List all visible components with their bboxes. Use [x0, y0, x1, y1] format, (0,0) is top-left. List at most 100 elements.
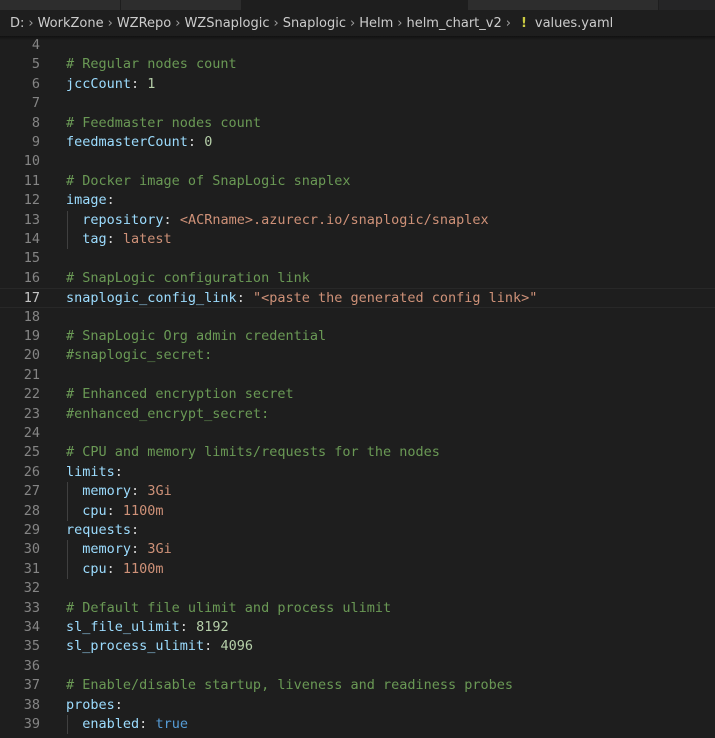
code-line[interactable]: 6 jccCount: 1	[0, 75, 715, 94]
code-line[interactable]: 10	[0, 152, 715, 171]
code-line[interactable]: 36	[0, 657, 715, 676]
yaml-comment: #enhanced_encrypt_secret:	[66, 405, 270, 422]
yaml-key: tag	[82, 231, 107, 247]
line-number: 29	[23, 522, 40, 538]
yaml-comment: # SnapLogic Org admin credential	[66, 328, 327, 344]
line-number: 5	[31, 56, 40, 73]
yaml-string-value: 1100m	[122, 560, 164, 577]
line-number: 22	[23, 386, 40, 403]
yaml-punctuation: :	[179, 619, 197, 635]
code-line[interactable]: 17 snaplogic_config_link: "<paste the gen…	[0, 288, 715, 308]
breadcrumb-shadow	[0, 36, 715, 40]
code-line[interactable]: 31 cpu: 1100m	[0, 559, 715, 580]
line-number: 37	[23, 677, 40, 694]
code-line[interactable]: 26 limits:	[0, 463, 715, 482]
line-number: 24	[23, 425, 40, 441]
yaml-punctuation: :	[114, 696, 123, 713]
breadcrumb-folder-wzsnaplogic[interactable]: WZSnaplogic	[184, 16, 269, 31]
line-number: 31	[23, 560, 40, 577]
code-text: # Feedmaster nodes count	[66, 114, 261, 133]
line-number: 28	[23, 502, 40, 519]
yaml-punctuation: :	[106, 560, 123, 577]
line-number: 17	[23, 290, 40, 307]
line-number: 35	[23, 638, 40, 655]
yaml-punctuation: :	[114, 463, 123, 480]
line-number: 15	[23, 250, 40, 267]
breadcrumb-file[interactable]: values.yaml	[535, 16, 613, 31]
editor-tab-active[interactable]	[242, 0, 468, 10]
breadcrumb-folder-helm-chart-v2[interactable]: helm_chart_v2	[406, 16, 501, 31]
code-text: # SnapLogic Org admin credential	[66, 327, 326, 346]
code-text: snaplogic_config_link: "<paste the gener…	[66, 289, 537, 308]
breadcrumb-drive[interactable]: D:	[10, 16, 24, 31]
yaml-punctuation: :	[131, 483, 148, 500]
yaml-key: image	[66, 192, 107, 209]
yaml-string-value: 1100m	[122, 502, 164, 519]
code-text: enabled: true	[66, 715, 188, 734]
code-line[interactable]: 25 # CPU and memory limits/requests for t…	[0, 443, 715, 462]
line-number: 10	[23, 153, 40, 170]
code-editor[interactable]: 4 5 # Regular nodes count 6 jccCount: 1 7 8 # F…	[0, 34, 715, 738]
yaml-number-value: 0	[204, 134, 213, 150]
code-line[interactable]: 12 image:	[0, 191, 715, 210]
breadcrumb-folder-workzone[interactable]: WorkZone	[38, 16, 104, 31]
code-line[interactable]: 11 # Docker image of SnapLogic snaplex	[0, 172, 715, 191]
code-line[interactable]: 18	[0, 308, 715, 327]
yaml-string-value: "<paste the generated config link>"	[252, 290, 538, 307]
yaml-key: cpu	[82, 560, 107, 577]
yaml-key: cpu	[82, 502, 107, 519]
code-line[interactable]: 14 tag: latest	[0, 230, 715, 250]
code-line[interactable]: 33 # Default file ulimit and process ulim…	[0, 599, 715, 618]
code-line[interactable]: 13 repository: <ACRname>.azurecr.io/snap…	[0, 210, 715, 230]
yaml-key: limits	[66, 463, 115, 480]
code-line[interactable]: 24	[0, 424, 715, 443]
breadcrumb-folder-snaplogic[interactable]: Snaplogic	[283, 16, 346, 31]
code-line[interactable]: 23 #enhanced_encrypt_secret:	[0, 405, 715, 424]
code-line[interactable]: 34 sl_file_ulimit: 8192	[0, 618, 715, 637]
chevron-right-icon: ›	[273, 15, 279, 31]
code-line[interactable]: 22 # Enhanced encryption secret	[0, 385, 715, 404]
code-line[interactable]: 9 feedmasterCount: 0	[0, 133, 715, 152]
code-line[interactable]: 32	[0, 579, 715, 598]
line-number: 16	[23, 269, 40, 286]
yaml-punctuation: :	[187, 134, 205, 150]
chevron-right-icon: ›	[397, 15, 403, 31]
chevron-right-icon: ›	[175, 15, 181, 31]
yaml-comment: # Default file ulimit and process ulimit	[66, 599, 392, 616]
line-number: 14	[23, 231, 40, 247]
code-line[interactable]: 16 # SnapLogic configuration link	[0, 269, 715, 288]
yaml-punctuation: :	[106, 502, 123, 519]
code-text: image:	[66, 191, 115, 210]
code-line[interactable]: 30 memory: 3Gi	[0, 540, 715, 560]
code-line[interactable]: 27 memory: 3Gi	[0, 482, 715, 502]
code-line[interactable]: 35 sl_process_ulimit: 4096	[0, 637, 715, 656]
code-line[interactable]: 15	[0, 249, 715, 268]
code-text: cpu: 1100m	[66, 502, 164, 521]
code-line[interactable]: 38 probes:	[0, 696, 715, 715]
yaml-comment: # Regular nodes count	[66, 56, 237, 73]
breadcrumb-folder-helm[interactable]: Helm	[359, 16, 393, 31]
code-line[interactable]: 7	[0, 94, 715, 113]
line-number: 25	[23, 444, 40, 461]
breadcrumb-folder-wzrepo[interactable]: WZRepo	[117, 16, 171, 31]
yaml-key: sl_file_ulimit	[66, 619, 180, 635]
yaml-key: probes	[66, 696, 115, 713]
code-line[interactable]: 29 requests:	[0, 521, 715, 540]
code-line[interactable]: 5 # Regular nodes count	[0, 55, 715, 74]
code-line[interactable]: 8 # Feedmaster nodes count	[0, 114, 715, 133]
yaml-string-value: 3Gi	[147, 541, 172, 558]
yaml-key: enabled	[82, 716, 140, 732]
editor-tab[interactable]	[121, 0, 242, 10]
code-line[interactable]: 28 cpu: 1100m	[0, 501, 715, 521]
code-line[interactable]: 21	[0, 366, 715, 385]
editor-tab[interactable]	[468, 0, 659, 10]
code-line[interactable]: 37 # Enable/disable startup, liveness and…	[0, 676, 715, 695]
editor-tab[interactable]	[0, 0, 121, 10]
code-line[interactable]: 19 # SnapLogic Org admin credential	[0, 327, 715, 346]
code-line[interactable]: 39 enabled: true	[0, 715, 715, 735]
code-text: # Regular nodes count	[66, 55, 237, 74]
code-text: # Enable/disable startup, liveness and r…	[66, 676, 513, 695]
code-line[interactable]: 20 #snaplogic_secret:	[0, 346, 715, 365]
line-number: 26	[23, 463, 40, 480]
line-number: 20	[23, 347, 40, 364]
